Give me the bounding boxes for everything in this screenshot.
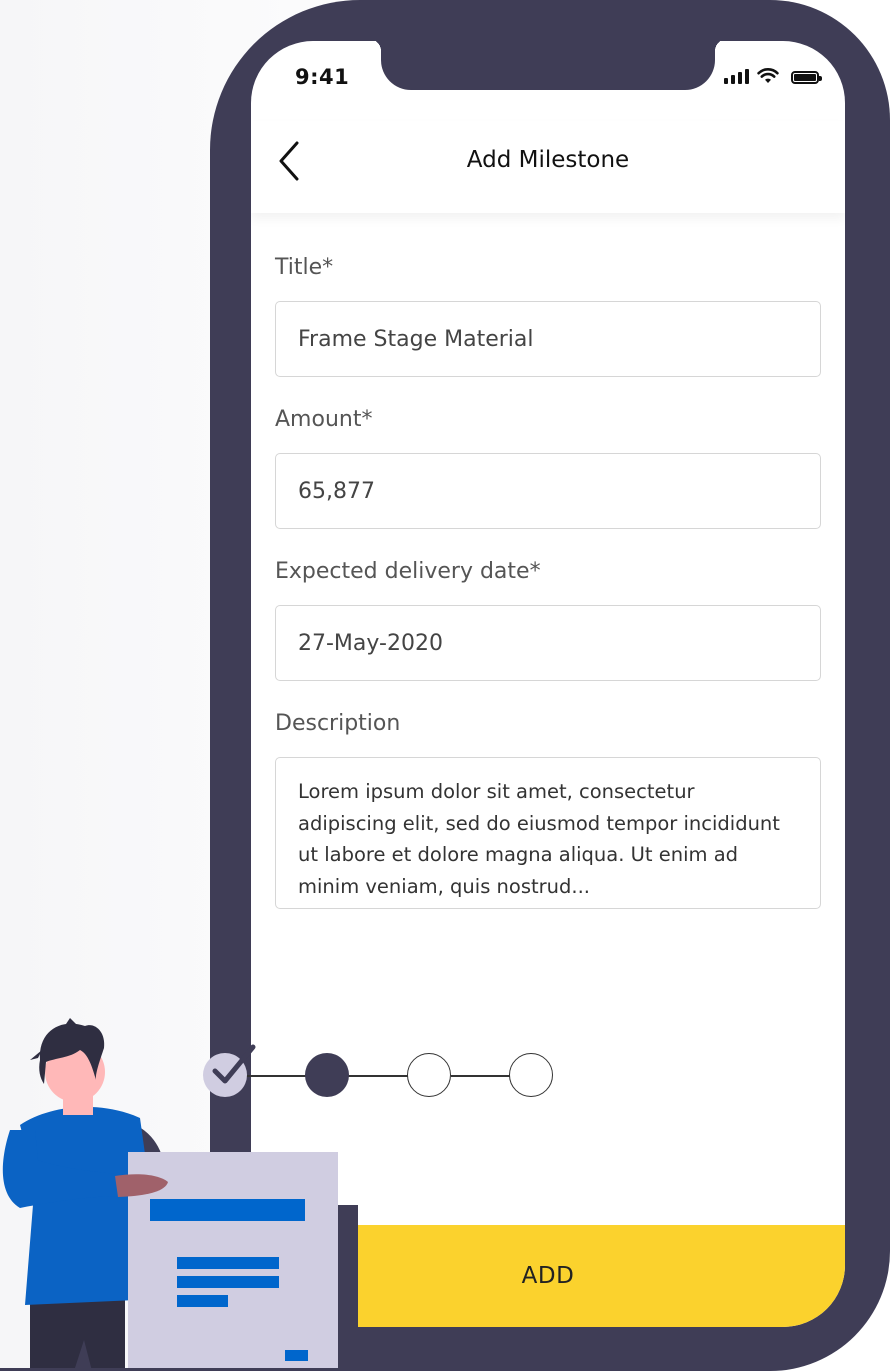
phone-notch: [369, 41, 727, 90]
add-button[interactable]: ADD: [251, 1225, 845, 1327]
amount-label: Amount*: [275, 407, 373, 432]
delivery-date-input[interactable]: 27-May-2020: [275, 605, 821, 681]
title-input[interactable]: Frame Stage Material: [275, 301, 821, 377]
status-time: 9:41: [295, 65, 350, 89]
title-input-value: Frame Stage Material: [298, 326, 534, 352]
title-label: Title*: [275, 255, 334, 280]
cellular-signal-icon: [724, 68, 749, 84]
description-label: Description: [275, 711, 401, 736]
wifi-icon: [757, 68, 779, 83]
description-textarea[interactable]: Lorem ipsum dolor sit amet, consectetur …: [275, 757, 821, 909]
delivery-date-label: Expected delivery date*: [275, 559, 541, 584]
amount-input-value: 65,877: [298, 478, 375, 504]
page-title: Add Milestone: [466, 147, 630, 173]
delivery-date-input-value: 27-May-2020: [298, 630, 443, 656]
phone-screen: 9:41 Add Milestone Title* Frame Stage Ma…: [251, 41, 845, 1327]
app-header: Add Milestone: [251, 121, 845, 213]
description-textarea-value: Lorem ipsum dolor sit amet, consectetur …: [298, 780, 780, 898]
battery-icon: [791, 71, 822, 84]
amount-input[interactable]: 65,877: [275, 453, 821, 529]
add-button-label: ADD: [521, 1263, 575, 1289]
status-icons: [724, 68, 822, 84]
